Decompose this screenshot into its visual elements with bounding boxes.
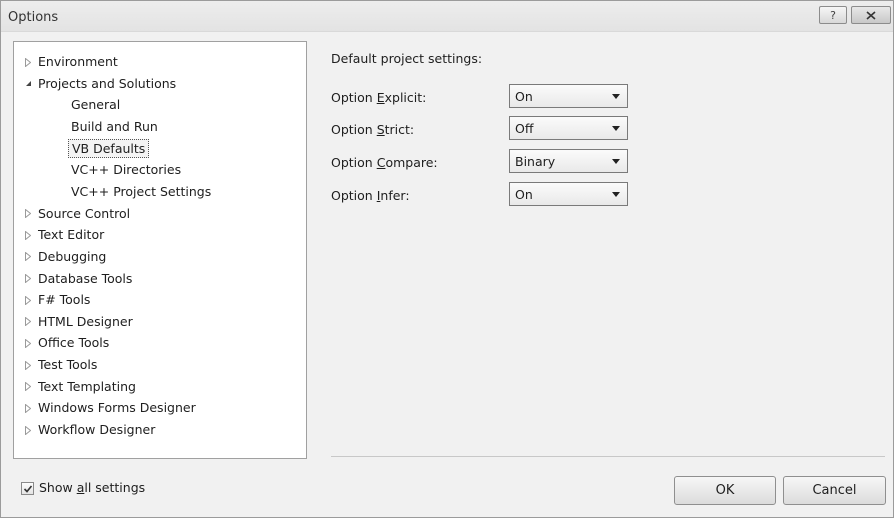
collapsed-arrow-icon[interactable]	[23, 52, 33, 72]
section-title: Default project settings:	[331, 51, 483, 66]
dropdown-arrow-icon[interactable]	[612, 126, 620, 131]
close-icon	[866, 10, 876, 20]
tree-item[interactable]: VC++ Directories	[14, 160, 304, 180]
show-all-settings-label: Show all settings	[39, 480, 146, 495]
tree-item-label: VB Defaults	[68, 138, 150, 158]
option-row: Option Compare: Binary	[331, 149, 891, 175]
collapsed-arrow-icon[interactable]	[23, 290, 33, 310]
tree-item[interactable]: Environment	[14, 52, 304, 72]
tree-item[interactable]: Text Editor	[14, 225, 304, 245]
help-icon: ?	[830, 8, 836, 22]
tree-item-label: Text Editor	[38, 227, 105, 243]
dropdown-arrow-icon[interactable]	[612, 94, 620, 99]
cancel-button[interactable]: Cancel	[783, 476, 886, 505]
checkbox-box[interactable]	[21, 482, 34, 495]
option-dropdown[interactable]: On	[509, 182, 628, 206]
tree-item-label: Test Tools	[38, 357, 98, 373]
collapsed-arrow-icon[interactable]	[23, 247, 33, 267]
option-row: Option Infer: On	[331, 182, 891, 208]
tree-item[interactable]: Build and Run	[14, 117, 304, 137]
dropdown-arrow-icon[interactable]	[612, 192, 620, 197]
option-label: Option Strict:	[331, 122, 415, 137]
dropdown-value: Binary	[515, 154, 556, 169]
tree-item[interactable]: Windows Forms Designer	[14, 398, 304, 418]
tree-item-label: Windows Forms Designer	[38, 400, 196, 416]
tree-item-label: Debugging	[38, 248, 107, 264]
collapsed-arrow-icon[interactable]	[23, 355, 33, 375]
ok-button[interactable]: OK	[674, 476, 776, 505]
tree-item[interactable]: Text Templating	[14, 377, 304, 397]
tree-item[interactable]: Office Tools	[14, 333, 304, 353]
tree-item-label: Workflow Designer	[38, 422, 156, 438]
footer-separator	[331, 456, 885, 457]
tree-item-label: Projects and Solutions	[38, 75, 177, 91]
tree-item-label: VC++ Directories	[71, 162, 182, 178]
dropdown-arrow-icon[interactable]	[612, 159, 620, 164]
collapsed-arrow-icon[interactable]	[23, 420, 33, 440]
close-button[interactable]	[851, 6, 891, 24]
tree-item-label: HTML Designer	[38, 313, 133, 329]
expanded-arrow-icon[interactable]	[23, 74, 33, 94]
tree-item[interactable]: Workflow Designer	[14, 420, 304, 440]
tree-item[interactable]: HTML Designer	[14, 312, 304, 332]
tree-item[interactable]: VC++ Project Settings	[14, 182, 304, 202]
option-dropdown[interactable]: On	[509, 84, 628, 108]
tree-item-label: Source Control	[38, 205, 131, 221]
tree-item-label: VC++ Project Settings	[71, 183, 212, 199]
option-label: Option Infer:	[331, 188, 410, 203]
title-bar: Options ?	[1, 1, 893, 32]
collapsed-arrow-icon[interactable]	[23, 333, 33, 353]
tree-item[interactable]: Source Control	[14, 204, 304, 224]
tree-item-label: F# Tools	[38, 292, 91, 308]
tree-item[interactable]: General	[14, 95, 304, 115]
checkmark-icon	[23, 485, 33, 493]
tree-item[interactable]: Debugging	[14, 247, 304, 267]
tree-item-label: Environment	[38, 54, 118, 69]
tree-item-label: Office Tools	[38, 335, 110, 351]
tree-item[interactable]: Projects and Solutions	[14, 74, 304, 94]
tree-item-label: Build and Run	[71, 118, 158, 134]
options-tree[interactable]: Environment Projects and Solutions General…	[13, 41, 307, 459]
option-label: Option Explicit:	[331, 90, 427, 105]
option-row: Option Strict: Off	[331, 116, 891, 142]
collapsed-arrow-icon[interactable]	[23, 225, 33, 245]
collapsed-arrow-icon[interactable]	[23, 398, 33, 418]
option-dropdown[interactable]: Binary	[509, 149, 628, 173]
dropdown-value: On	[515, 89, 533, 104]
options-dialog: Options ? Environment Projects and Soluti…	[0, 0, 894, 518]
dropdown-value: On	[515, 187, 533, 202]
help-button[interactable]: ?	[819, 6, 847, 24]
option-dropdown[interactable]: Off	[509, 116, 628, 140]
tree-item-label: Text Templating	[38, 378, 136, 394]
option-label: Option Compare:	[331, 155, 438, 170]
tree-item[interactable]: VB Defaults	[14, 138, 304, 159]
tree-item-label: General	[71, 97, 121, 113]
tree-item-label: Database Tools	[38, 270, 133, 286]
tree-item[interactable]: F# Tools	[14, 290, 304, 310]
collapsed-arrow-icon[interactable]	[23, 204, 33, 224]
dropdown-value: Off	[515, 121, 534, 136]
window-title: Options	[8, 10, 59, 25]
collapsed-arrow-icon[interactable]	[23, 312, 33, 332]
option-row: Option Explicit: On	[331, 84, 891, 110]
tree-item[interactable]: Database Tools	[14, 269, 304, 289]
collapsed-arrow-icon[interactable]	[23, 377, 33, 397]
collapsed-arrow-icon[interactable]	[23, 269, 33, 289]
tree-item[interactable]: Test Tools	[14, 355, 304, 375]
